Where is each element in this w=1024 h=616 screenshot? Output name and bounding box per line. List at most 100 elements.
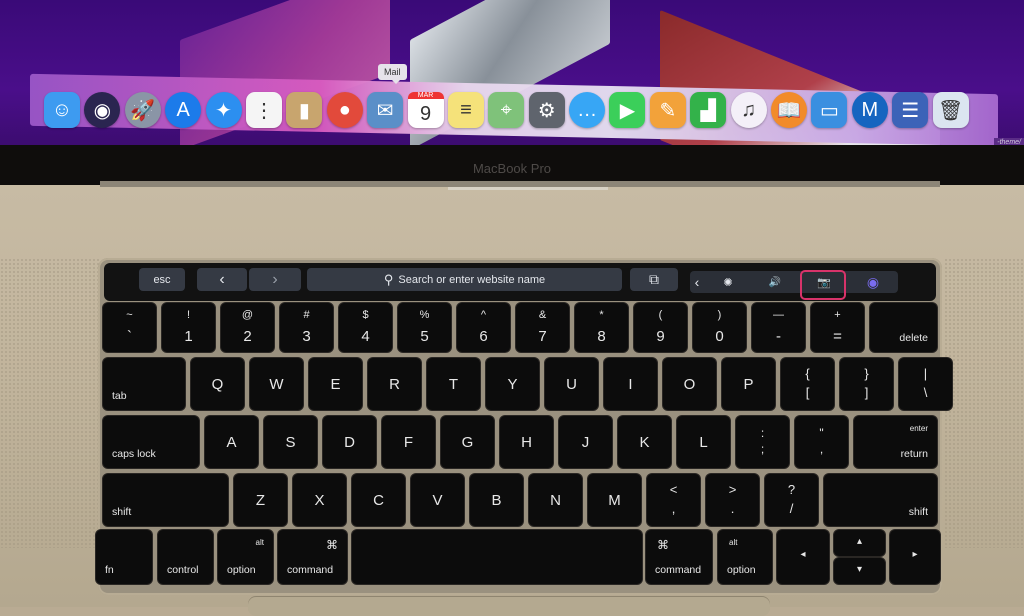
- dock-icon-chrome[interactable]: ●: [326, 92, 363, 128]
- key-a[interactable]: A: [205, 416, 258, 468]
- key-u[interactable]: U: [545, 358, 598, 410]
- key-arrow-right[interactable]: ▸: [890, 530, 940, 584]
- dock-icon-ibooks[interactable]: 📖: [771, 92, 808, 128]
- key-8[interactable]: * 8: [575, 303, 628, 352]
- dock-icon-notes[interactable]: ≡: [447, 92, 484, 128]
- key-q[interactable]: Q: [191, 358, 244, 410]
- key-v[interactable]: V: [411, 474, 464, 526]
- dock-icon-siri[interactable]: ◉: [84, 92, 121, 128]
- key-arrow-down[interactable]: ▾: [834, 558, 885, 584]
- new-tab-button[interactable]: ⧉: [630, 268, 678, 291]
- key-symbol[interactable]: | \: [899, 358, 952, 410]
- dock-icon-system-preferences[interactable]: ⚙: [528, 92, 565, 128]
- key-7[interactable]: & 7: [516, 303, 569, 352]
- key-symbol[interactable]: :;: [736, 416, 789, 468]
- dock-icon-safari[interactable]: ✦: [205, 92, 242, 128]
- key-shift-right[interactable]: shift: [824, 474, 937, 526]
- dock-icon-app-store[interactable]: A: [165, 92, 202, 128]
- key-y[interactable]: Y: [486, 358, 539, 410]
- back-button[interactable]: ‹: [197, 268, 247, 291]
- dock-icon-trash[interactable]: 🗑: [932, 92, 969, 128]
- key-d[interactable]: D: [323, 416, 376, 468]
- expand-control-strip-button[interactable]: ‹: [690, 271, 704, 293]
- key-s[interactable]: S: [264, 416, 317, 468]
- key-=[interactable]: + =: [811, 303, 864, 352]
- key--[interactable]: — -: [752, 303, 805, 352]
- dock-icon-keynote[interactable]: ▭: [811, 92, 848, 128]
- key-symbol[interactable]: ? /: [765, 474, 818, 526]
- key-label: tab: [112, 390, 127, 402]
- key-symbol[interactable]: ",: [795, 416, 848, 468]
- key-l[interactable]: L: [677, 416, 730, 468]
- key-n[interactable]: N: [529, 474, 582, 526]
- dock-icon-calendar[interactable]: 9 MAR: [407, 92, 444, 128]
- key-p[interactable]: P: [722, 358, 775, 410]
- dock-icon-itunes[interactable]: ♫: [730, 92, 767, 128]
- key-symbol[interactable]: {[: [781, 358, 834, 410]
- key-z[interactable]: Z: [234, 474, 287, 526]
- key-fn[interactable]: fn: [96, 530, 152, 584]
- key-i[interactable]: I: [604, 358, 657, 410]
- key-backtick[interactable]: ~ `: [103, 303, 156, 352]
- address-search-field[interactable]: ⚲ Search or enter website name: [307, 268, 622, 291]
- key-control[interactable]: control: [158, 530, 213, 584]
- key-c[interactable]: C: [352, 474, 405, 526]
- dock-icon-contacts[interactable]: ▮: [286, 92, 323, 128]
- key-b[interactable]: B: [470, 474, 523, 526]
- key-0[interactable]: ) 0: [693, 303, 746, 352]
- dock-icon-messages[interactable]: …: [569, 92, 606, 128]
- key-return[interactable]: enter return: [854, 416, 937, 468]
- key-t[interactable]: T: [427, 358, 480, 410]
- key-command-right[interactable]: ⌘ command: [646, 530, 712, 584]
- forward-button[interactable]: ›: [249, 268, 301, 291]
- dock-icon-mamp[interactable]: M: [851, 92, 888, 128]
- key-g[interactable]: G: [441, 416, 494, 468]
- dock-icon-launchpad[interactable]: 🚀: [124, 92, 161, 128]
- key-command-left[interactable]: ⌘ command: [278, 530, 347, 584]
- key-caps-lock[interactable]: caps lock: [103, 416, 199, 468]
- key-e[interactable]: E: [309, 358, 362, 410]
- siri-button[interactable]: ◉: [850, 271, 896, 293]
- key-o[interactable]: O: [663, 358, 716, 410]
- key-arrow-left[interactable]: ◂: [777, 530, 829, 584]
- dock-icon-numbers[interactable]: ▟: [690, 92, 727, 128]
- key-option-left[interactable]: alt option: [218, 530, 273, 584]
- trackpad[interactable]: [248, 596, 770, 616]
- dock-icon-reminders[interactable]: ⋮: [245, 92, 282, 128]
- key-symbol[interactable]: }]: [840, 358, 893, 410]
- key-tab[interactable]: tab: [103, 358, 185, 410]
- key-shift-left[interactable]: shift: [103, 474, 228, 526]
- key-label: I: [628, 376, 633, 393]
- key-option-right[interactable]: alt option: [718, 530, 772, 584]
- key-k[interactable]: K: [618, 416, 671, 468]
- key-1[interactable]: ! 1: [162, 303, 215, 352]
- key-9[interactable]: (9: [634, 303, 687, 352]
- dock-icon-stack[interactable]: ☰: [892, 92, 929, 128]
- dock-icon-mail-preview[interactable]: ✉: [367, 92, 404, 128]
- key-symbol[interactable]: <,: [647, 474, 700, 526]
- key-m[interactable]: M: [588, 474, 641, 526]
- key-6[interactable]: ^ 6: [457, 303, 510, 352]
- dock-icon-pages[interactable]: ✎: [649, 92, 686, 128]
- key-h[interactable]: H: [500, 416, 553, 468]
- key-j[interactable]: J: [559, 416, 612, 468]
- key-5[interactable]: % 5: [398, 303, 451, 352]
- key-arrow-up[interactable]: ▴: [834, 530, 885, 556]
- key-w[interactable]: W: [250, 358, 303, 410]
- dock-icon-facetime[interactable]: ▶: [609, 92, 646, 128]
- esc-button[interactable]: esc: [139, 268, 185, 291]
- screenshot-highlight: [800, 270, 846, 300]
- dock-icon-finder[interactable]: ☺: [44, 92, 80, 128]
- key-2[interactable]: @2: [221, 303, 274, 352]
- key-space[interactable]: [352, 530, 642, 584]
- volume-button[interactable]: 🔊: [752, 271, 798, 293]
- key-r[interactable]: R: [368, 358, 421, 410]
- key-x[interactable]: X: [293, 474, 346, 526]
- brightness-button[interactable]: ✺: [706, 271, 750, 293]
- dock-icon-maps[interactable]: ⌖: [488, 92, 525, 128]
- key-3[interactable]: #3: [280, 303, 333, 352]
- key-delete[interactable]: delete: [870, 303, 937, 352]
- key-4[interactable]: $4: [339, 303, 392, 352]
- key-f[interactable]: F: [382, 416, 435, 468]
- key-symbol[interactable]: >.: [706, 474, 759, 526]
